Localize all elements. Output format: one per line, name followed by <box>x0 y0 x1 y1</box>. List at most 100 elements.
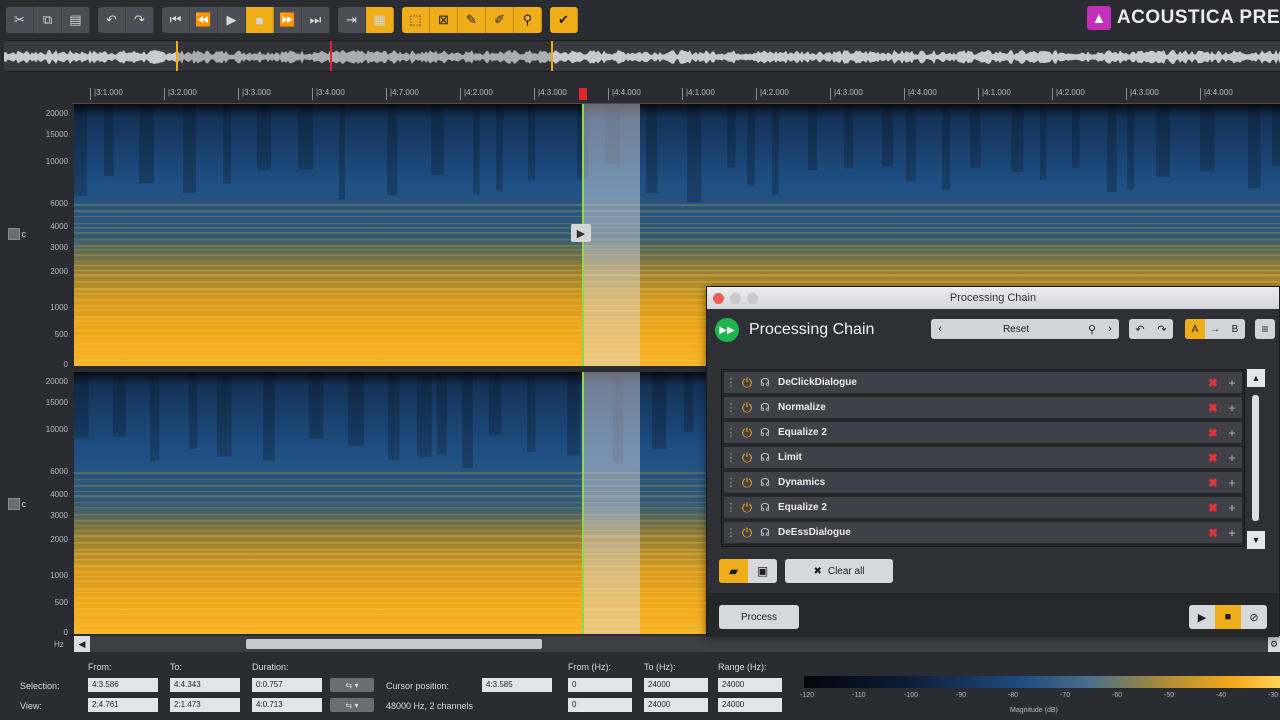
ab-copy-arrow-icon[interactable]: → <box>1205 319 1225 339</box>
cursor-position-field[interactable]: 4:3.585 <box>482 678 552 692</box>
copy-icon[interactable]: ⧉ <box>34 7 62 33</box>
process-button[interactable]: Process <box>719 605 799 629</box>
select-tool-icon[interactable]: ⬚ <box>402 7 430 33</box>
play-icon[interactable]: ▶ <box>218 7 246 33</box>
plugin-name[interactable]: Normalize <box>774 402 1204 413</box>
drag-handle-icon[interactable]: ⋮ <box>724 426 738 439</box>
rewind-icon[interactable]: ⏪ <box>190 7 218 33</box>
power-toggle-icon[interactable]: ⏻ <box>738 475 756 491</box>
a-compare-button[interactable]: A <box>1185 319 1205 339</box>
channel-2-toggle[interactable]: c <box>8 496 26 512</box>
plugin-name[interactable]: Dynamics <box>774 477 1204 488</box>
paste-icon[interactable]: ▤ <box>62 7 90 33</box>
drag-handle-icon[interactable]: ⋮ <box>724 501 738 514</box>
preset-selector[interactable]: ‹ Reset ⚲ › <box>931 319 1119 339</box>
selection-from-hz-field[interactable]: 0 <box>568 678 632 692</box>
plugin-row[interactable]: ⋮ ⏻ ☊ Dynamics ✖ + <box>724 472 1242 495</box>
add-plugin-icon[interactable]: + <box>1222 501 1242 515</box>
open-folder-icon[interactable]: ▰ <box>719 559 748 583</box>
plugin-row[interactable]: ⋮ ⏻ ☊ Normalize ✖ + <box>724 397 1242 420</box>
preset-name[interactable]: Reset <box>949 324 1083 335</box>
preset-search-icon[interactable]: ⚲ <box>1083 323 1101 336</box>
cut-icon[interactable]: ✂ <box>6 7 34 33</box>
drag-handle-icon[interactable]: ⋮ <box>724 451 738 464</box>
power-toggle-icon[interactable]: ⏻ <box>738 375 756 391</box>
headphones-icon[interactable]: ☊ <box>756 476 774 489</box>
headphones-icon[interactable]: ☊ <box>756 501 774 514</box>
pen-tool-icon[interactable]: ✐ <box>486 7 514 33</box>
selection-region[interactable] <box>584 372 640 634</box>
selection-link-button[interactable]: ⇆ ▾ <box>330 678 374 692</box>
preset-prev-icon[interactable]: ‹ <box>931 323 949 335</box>
selection-to-field[interactable]: 4:4.343 <box>170 678 240 692</box>
scroll-down-icon[interactable]: ▼ <box>1247 531 1265 549</box>
power-toggle-icon[interactable]: ⏻ <box>738 450 756 466</box>
headphones-icon[interactable]: ☊ <box>756 526 774 539</box>
plugin-name[interactable]: Equalize 2 <box>774 502 1204 513</box>
playhead-marker[interactable] <box>579 88 587 100</box>
power-toggle-icon[interactable]: ⏻ <box>738 425 756 441</box>
headphones-icon[interactable]: ☊ <box>756 376 774 389</box>
b-compare-button[interactable]: B <box>1225 319 1245 339</box>
region-select-icon[interactable]: ⊠ <box>430 7 458 33</box>
save-icon[interactable]: ▣ <box>748 559 777 583</box>
view-to-hz-field[interactable]: 24000 <box>644 698 708 712</box>
spectrum-view-icon[interactable]: ▦ <box>366 7 394 33</box>
add-plugin-icon[interactable]: + <box>1222 376 1242 390</box>
timeline-ruler[interactable]: |3:1.000 |3:2.000 |3:3.000 |3:4.000 |4:7.000… <box>72 86 1280 104</box>
power-toggle-icon[interactable]: ⏻ <box>738 525 756 541</box>
dialog-titlebar[interactable]: Processing Chain <box>707 287 1279 309</box>
plugin-name[interactable]: DeEssDialogue <box>774 527 1204 538</box>
plugin-row[interactable]: ⋮ ⏻ ☊ DeEssDialogue ✖ + <box>724 522 1242 545</box>
clear-all-button[interactable]: ✖ Clear all <box>785 559 893 583</box>
plugin-row[interactable]: ⋮ ⏻ ☊ DeClickDialogue ✖ + <box>724 372 1242 395</box>
fast-forward-icon[interactable]: ⏩ <box>274 7 302 33</box>
run-chain-icon[interactable]: ▶▶ <box>715 318 739 342</box>
add-plugin-icon[interactable]: + <box>1222 401 1242 415</box>
scroll-thumb[interactable] <box>1252 395 1259 521</box>
view-link-button[interactable]: ⇆ ▾ <box>330 698 374 712</box>
drag-handle-icon[interactable]: ⋮ <box>724 401 738 414</box>
undo-icon[interactable]: ↶ <box>98 7 126 33</box>
chain-menu-icon[interactable]: ≡ <box>1255 319 1275 339</box>
view-from-field[interactable]: 2:4.761 <box>88 698 158 712</box>
view-from-hz-field[interactable]: 0 <box>568 698 632 712</box>
add-plugin-icon[interactable]: + <box>1222 426 1242 440</box>
headphones-icon[interactable]: ☊ <box>756 451 774 464</box>
selection-region[interactable] <box>584 104 640 366</box>
preview-play-icon[interactable]: ▶ <box>1189 605 1215 629</box>
plugin-row[interactable]: ⋮ ⏻ ☊ Limit ✖ + <box>724 447 1242 470</box>
redo-icon[interactable]: ↷ <box>126 7 154 33</box>
drag-handle-icon[interactable]: ⋮ <box>724 526 738 539</box>
preset-next-icon[interactable]: › <box>1101 323 1119 335</box>
cursor-line[interactable] <box>582 372 584 634</box>
view-range-hz-field[interactable]: 24000 <box>718 698 782 712</box>
skip-start-icon[interactable]: ⏮ <box>162 7 190 33</box>
bypass-icon[interactable]: ⊘ <box>1241 605 1267 629</box>
selection-range-hz-field[interactable]: 24000 <box>718 678 782 692</box>
overview-waveform[interactable] <box>4 40 1280 72</box>
preview-stop-icon[interactable]: ■ <box>1215 605 1241 629</box>
snap-icon[interactable]: ✔ <box>550 7 578 33</box>
remove-plugin-icon[interactable]: ✖ <box>1204 476 1222 490</box>
headphones-icon[interactable]: ☊ <box>756 426 774 439</box>
selection-from-field[interactable]: 4:3.586 <box>88 678 158 692</box>
scroll-left-icon[interactable]: ◀ <box>74 636 90 652</box>
plugin-name[interactable]: DeClickDialogue <box>774 377 1204 388</box>
horizontal-scrollbar[interactable]: ◀ ⚙ <box>74 636 1280 652</box>
scroll-up-icon[interactable]: ▲ <box>1247 369 1265 387</box>
plugin-row[interactable]: ⋮ ⏻ ☊ Equalize 2 ✖ + <box>724 497 1242 520</box>
remove-plugin-icon[interactable]: ✖ <box>1204 376 1222 390</box>
remove-plugin-icon[interactable]: ✖ <box>1204 426 1222 440</box>
remove-plugin-icon[interactable]: ✖ <box>1204 526 1222 540</box>
scroll-thumb[interactable] <box>246 639 542 649</box>
chain-redo-icon[interactable]: ↷ <box>1151 319 1173 339</box>
remove-plugin-icon[interactable]: ✖ <box>1204 401 1222 415</box>
chain-undo-icon[interactable]: ↶ <box>1129 319 1151 339</box>
channel-1-toggle[interactable]: c <box>8 226 26 242</box>
view-to-field[interactable]: 2:1.473 <box>170 698 240 712</box>
add-plugin-icon[interactable]: + <box>1222 451 1242 465</box>
brush-tool-icon[interactable]: ✎ <box>458 7 486 33</box>
plugin-name[interactable]: Limit <box>774 452 1204 463</box>
stop-icon[interactable]: ■ <box>246 7 274 33</box>
